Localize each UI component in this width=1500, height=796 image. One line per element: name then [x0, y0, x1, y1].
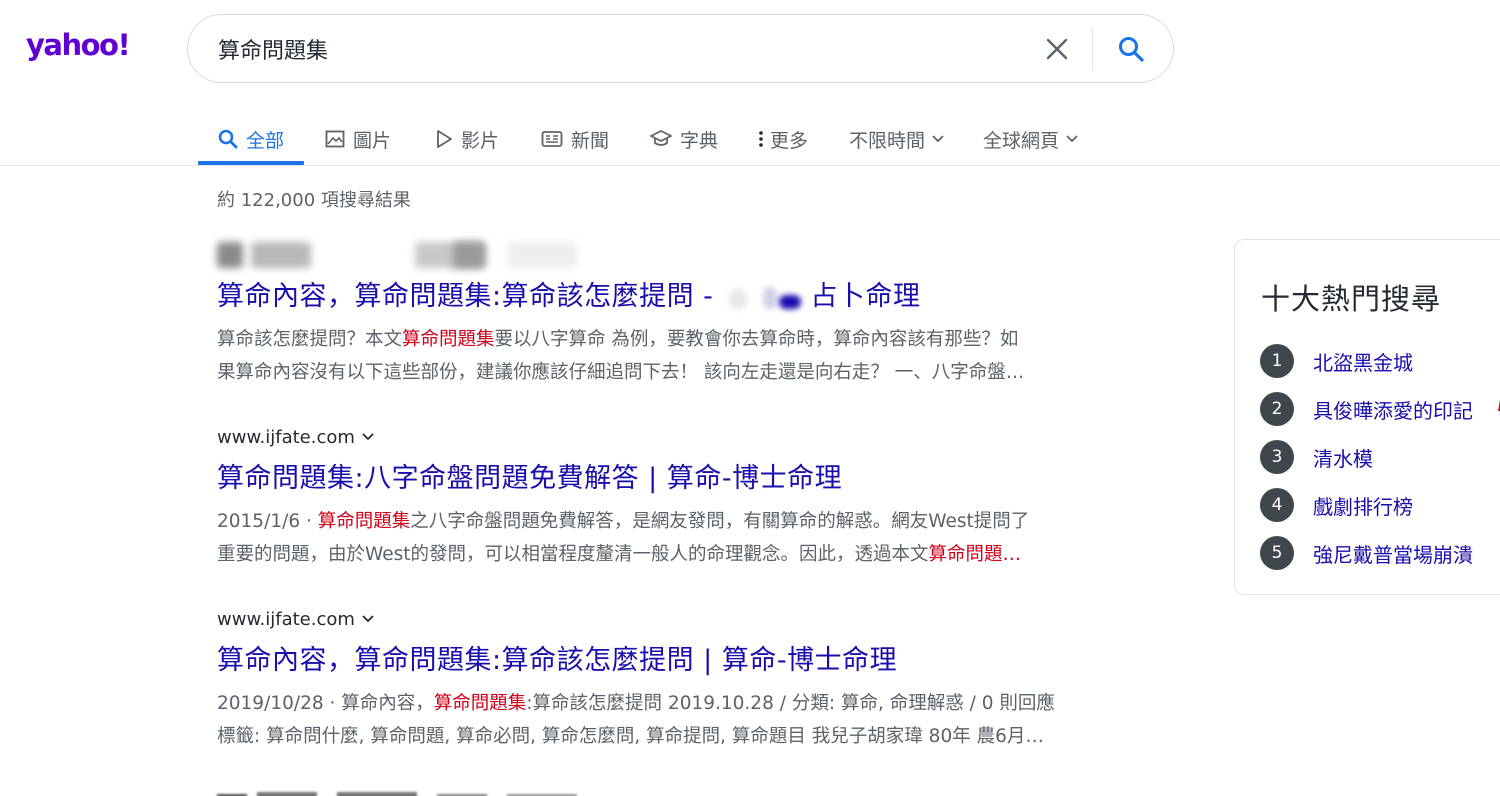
- chevron-down-icon: [362, 433, 374, 441]
- tab-dictionary[interactable]: 字典: [650, 112, 718, 166]
- search-results-page: yahoo! 全部: [0, 0, 1500, 796]
- redacted-site-url: [217, 240, 597, 270]
- result-snippet: 2019/10/28 · 算命內容，算命問題集:算命該怎麼提問 2019.10.…: [217, 693, 1055, 747]
- image-icon: [325, 130, 345, 148]
- trending-searches-panel: 十大熱門搜尋 1 北盜黑金城 2 具俊曄添愛的印記 3 清水模 4 戲劇排行榜 …: [1234, 239, 1500, 595]
- search-button[interactable]: [1112, 30, 1150, 68]
- trending-item[interactable]: 3 清水模: [1260, 439, 1373, 475]
- tab-label: 圖片: [353, 129, 392, 152]
- region-filter-dropdown[interactable]: 全球網頁: [983, 112, 1079, 166]
- query-highlight: 算命問題集: [402, 329, 495, 350]
- play-icon: [437, 130, 452, 148]
- tab-label: 不限時間: [849, 129, 926, 152]
- tab-news[interactable]: 新聞: [541, 112, 609, 166]
- trending-rank: 4: [1260, 488, 1294, 522]
- trending-item[interactable]: 2 具俊曄添愛的印記: [1260, 391, 1500, 427]
- chevron-down-icon: [932, 135, 944, 143]
- trending-item[interactable]: 4 戲劇排行榜: [1260, 487, 1413, 523]
- result-snippet: 算命該怎麼提問？本文算命問題集要以八字算命 為例，要教會你去算命時，算命內容該有…: [217, 329, 1025, 383]
- trending-rank: 3: [1260, 440, 1294, 474]
- tab-label: 影片: [461, 129, 500, 152]
- tab-label: 新聞: [571, 129, 610, 152]
- search-result: www.ijfate.com 算命內容，算命問題集:算命該怎麼提問 | 算命-博…: [217, 604, 1147, 753]
- next-result-cut-off: [217, 786, 597, 796]
- tab-more[interactable]: 更多: [758, 112, 808, 166]
- yahoo-logo[interactable]: yahoo!: [26, 28, 131, 62]
- result-date: 2019/10/28 ·: [217, 693, 342, 714]
- title-text: 占卜命理: [810, 281, 921, 312]
- search-input[interactable]: [218, 31, 998, 67]
- title-text: 算命內容，算命問題集:算命該怎麼提問 -: [217, 281, 723, 312]
- search-icon: [1119, 37, 1144, 62]
- hot-badge-icon: [1494, 396, 1500, 422]
- tab-images[interactable]: 圖片: [325, 112, 391, 166]
- trending-item[interactable]: 1 北盜黑金城: [1260, 343, 1413, 379]
- query-highlight: 算命問題集: [433, 693, 527, 714]
- search-result: www.ijfate.com 算命問題集:八字命盤問題免費解答 | 算命-博士命…: [217, 422, 1147, 571]
- tab-label: 更多: [770, 129, 809, 152]
- trending-rank: 2: [1260, 392, 1294, 426]
- search-divider: [1092, 28, 1093, 70]
- graduation-cap-icon: [650, 130, 672, 146]
- search-result: 算命內容，算命問題集:算命該怎麼提問 - 占卜命理 算命該怎麼提問？本文算命問題…: [217, 240, 1147, 389]
- news-icon: [541, 131, 563, 147]
- result-site-url[interactable]: www.ijfate.com: [217, 604, 1147, 634]
- query-highlight: 算命問題…: [928, 544, 1022, 565]
- chevron-down-icon: [1066, 135, 1078, 143]
- trending-label: 清水模: [1313, 446, 1373, 471]
- trending-label: 具俊曄添愛的印記: [1313, 398, 1473, 423]
- trending-title: 十大熱門搜尋: [1261, 282, 1442, 316]
- result-snippet: 2015/1/6 · 算命問題集之八字命盤問題免費解答，是網友發問，有關算命的解…: [217, 511, 1030, 565]
- tab-label: 字典: [680, 129, 719, 152]
- trending-rank: 5: [1260, 536, 1294, 570]
- tab-label: 全球網頁: [983, 129, 1060, 152]
- result-count: 約 122,000 項搜尋結果: [217, 190, 411, 211]
- tab-videos[interactable]: 影片: [435, 112, 499, 166]
- close-icon: [1046, 38, 1068, 60]
- tab-label: 全部: [246, 129, 285, 152]
- result-date: 2015/1/6 ·: [217, 511, 318, 532]
- result-site-url[interactable]: www.ijfate.com: [217, 422, 1147, 452]
- result-title-link[interactable]: 算命內容，算命問題集:算命該怎麼提問 - 占卜命理: [217, 274, 1147, 313]
- trending-item[interactable]: 5 強尼戴普當場崩潰: [1260, 535, 1473, 571]
- result-title-link[interactable]: 算命問題集:八字命盤問題免費解答 | 算命-博士命理: [217, 456, 1147, 495]
- clear-button[interactable]: [1040, 32, 1074, 66]
- search-box: [187, 14, 1174, 83]
- active-tab-indicator: [198, 161, 304, 165]
- search-icon: [218, 129, 238, 149]
- query-highlight: 算命問題集: [317, 511, 411, 532]
- redacted-brand: [723, 283, 811, 313]
- chevron-down-icon: [362, 615, 374, 623]
- result-title-link[interactable]: 算命內容，算命問題集:算命該怎麼提問 | 算命-博士命理: [217, 638, 1147, 677]
- more-vertical-icon: [759, 131, 763, 147]
- trending-label: 北盜黑金城: [1313, 350, 1413, 375]
- trending-rank: 1: [1260, 344, 1294, 378]
- trending-label: 強尼戴普當場崩潰: [1313, 542, 1473, 567]
- search-tabs: 全部 圖片 影片 新聞 字典 更多 不限時間 全球網頁: [0, 112, 1500, 166]
- trending-label: 戲劇排行榜: [1313, 494, 1413, 519]
- time-filter-dropdown[interactable]: 不限時間: [849, 112, 945, 166]
- tab-all[interactable]: 全部: [218, 112, 284, 166]
